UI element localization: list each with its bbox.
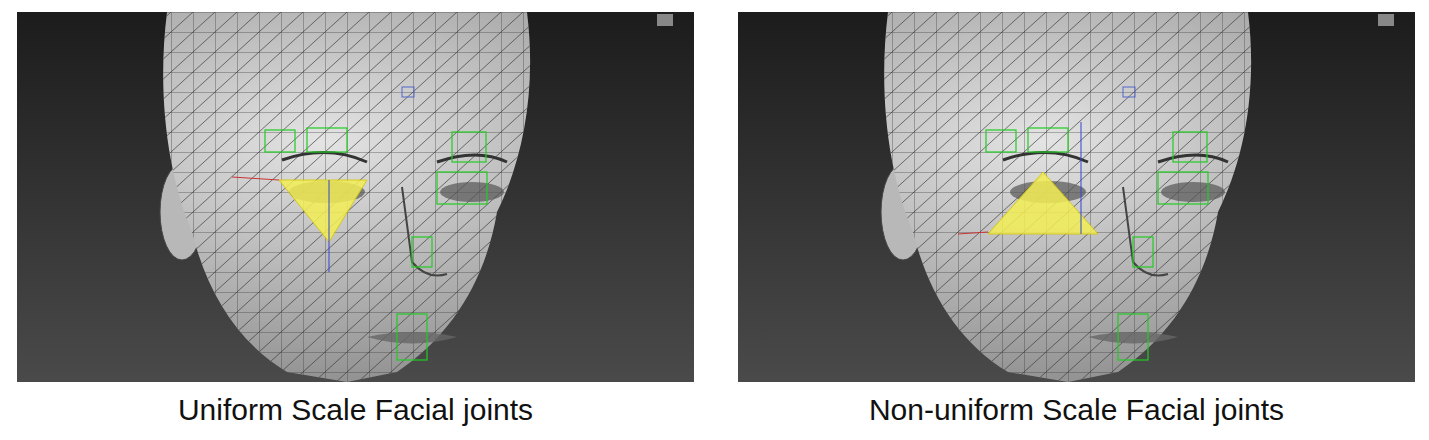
figure-panel: Non-uniform Scale Facial joints	[738, 12, 1415, 428]
caption: Non-uniform Scale Facial joints	[738, 392, 1415, 428]
figure-panel: Uniform Scale Facial joints	[17, 12, 694, 428]
figure-row: Uniform Scale Facial joints Non-uniform S…	[0, 0, 1429, 428]
viewport-image	[17, 12, 694, 382]
viewport-image	[738, 12, 1415, 382]
caption: Uniform Scale Facial joints	[17, 392, 694, 428]
